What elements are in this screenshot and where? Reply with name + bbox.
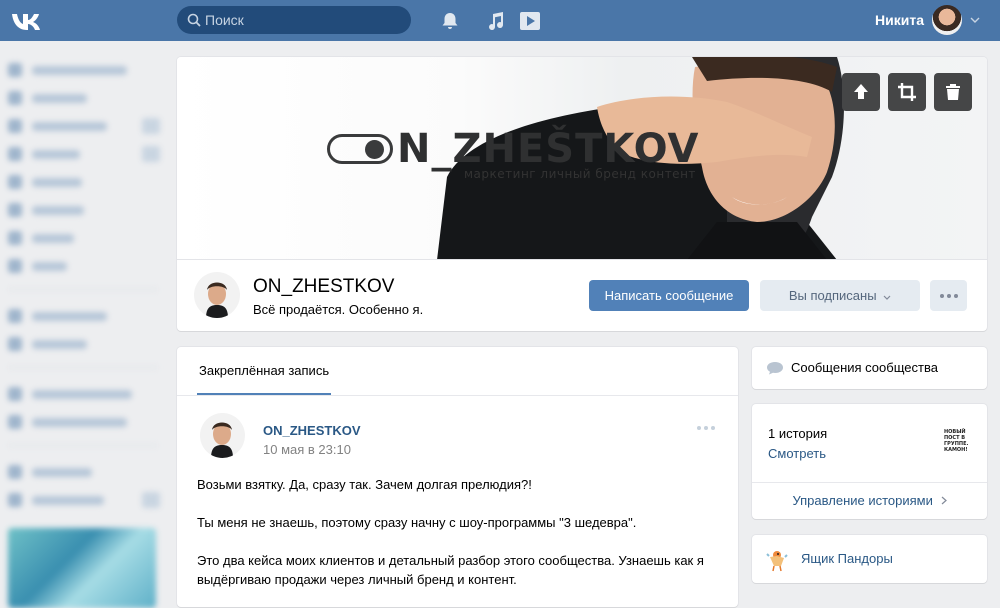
sidebar-badge [142, 118, 160, 134]
post-paragraph: Возьми взятку. Да, сразу так. Зачем долг… [197, 477, 532, 492]
cover-tagline: маркетинг личный бренд контент [464, 167, 696, 181]
subscribed-button[interactable]: Вы подписаны [760, 280, 920, 311]
vk-logo-icon[interactable] [10, 7, 40, 35]
sidebar-divider [8, 289, 158, 290]
top-bar: Никита [0, 0, 1000, 41]
toggle-switch-icon [327, 134, 393, 164]
stories-view-link[interactable]: Смотреть [768, 446, 826, 461]
more-actions-button[interactable] [930, 280, 967, 311]
sidebar-item[interactable] [8, 337, 87, 351]
sidebar-item[interactable] [8, 465, 92, 479]
write-message-button[interactable]: Написать сообщение [589, 280, 749, 311]
post-paragraph: Ты меня не знаешь, поэтому сразу начну с… [197, 515, 637, 530]
sidebar-badge [142, 492, 160, 508]
user-avatar [932, 5, 962, 35]
upload-icon [854, 84, 868, 99]
sidebar-item[interactable] [8, 493, 104, 507]
community-avatar[interactable] [194, 272, 240, 318]
bird-icon [766, 551, 788, 572]
crop-cover-button[interactable] [888, 73, 926, 111]
cover-brand: N_ZHEŠTKOV [327, 126, 700, 172]
stories-count: 1 история [768, 426, 828, 441]
community-status: Всё продаётся. Особенно я. [253, 302, 424, 317]
chevron-down-icon [970, 17, 980, 23]
sidebar-item[interactable] [8, 175, 82, 189]
community-name: ON_ZHESTKOV [253, 276, 395, 297]
sidebar-item[interactable] [8, 259, 67, 273]
sidebar-divider [8, 367, 158, 368]
chevron-right-icon [941, 496, 947, 505]
crop-icon [898, 83, 916, 101]
sidebar-item[interactable] [8, 231, 74, 245]
post-author-link[interactable]: ON_ZHESTKOV [263, 423, 361, 438]
post-paragraph: Это два кейса моих клиентов и детальный … [197, 553, 704, 587]
pandora-link: Ящик Пандоры [801, 551, 893, 566]
music-icon[interactable] [485, 10, 507, 32]
sidebar-badge [142, 146, 160, 162]
community-header: ON_ZHESTKOV Всё продаётся. Особенно я. Н… [177, 260, 987, 331]
upload-cover-button[interactable] [842, 73, 880, 111]
search-box[interactable] [177, 6, 411, 34]
video-icon[interactable] [519, 10, 541, 32]
sidebar-item[interactable] [8, 387, 132, 401]
pandora-block[interactable]: Ящик Пандоры [752, 535, 987, 583]
bell-icon[interactable] [439, 10, 461, 32]
pinned-post: Закреплённая запись ON_ZHESTKOV 10 мая в… [177, 347, 738, 607]
sidebar-divider [8, 445, 158, 446]
community-messages-block[interactable]: Сообщения сообщества [752, 347, 987, 389]
delete-cover-button[interactable] [934, 73, 972, 111]
user-name: Никита [875, 12, 924, 28]
tab-pinned-post[interactable]: Закреплённая запись [197, 347, 332, 395]
chat-bubble-icon [767, 362, 783, 375]
cover-brand-name: N_ZHEŠTKOV [397, 126, 700, 172]
community-cover: N_ZHEŠTKOV маркетинг личный бренд контен… [177, 57, 987, 260]
chevron-down-icon [883, 295, 891, 300]
sidebar-item[interactable] [8, 63, 127, 77]
post-author-avatar[interactable] [200, 413, 245, 458]
post-date[interactable]: 10 мая в 23:10 [263, 442, 351, 457]
stories-block: 1 история Смотреть НОВЫЙ ПОСТ В ГРУППЕ. … [752, 404, 987, 519]
post-body: Возьми взятку. Да, сразу так. Зачем долг… [197, 475, 717, 608]
sidebar-item[interactable] [8, 309, 107, 323]
user-menu[interactable]: Никита [875, 5, 980, 35]
search-icon [187, 13, 201, 27]
sidebar-item[interactable] [8, 203, 84, 217]
sidebar-item[interactable] [8, 415, 127, 429]
sidebar-item[interactable] [8, 119, 107, 133]
manage-stories-link[interactable]: Управление историями [752, 493, 987, 508]
subscribed-label: Вы подписаны [788, 288, 877, 303]
community-messages-label: Сообщения сообщества [791, 360, 938, 375]
trash-icon [946, 84, 960, 100]
manage-stories-label: Управление историями [792, 493, 933, 508]
left-sidebar [0, 41, 170, 608]
search-input[interactable] [205, 6, 401, 34]
sidebar-item[interactable] [8, 91, 87, 105]
story-thumbnail[interactable]: НОВЫЙ ПОСТ В ГРУППЕ. КАМОН! [944, 429, 968, 457]
more-dots-icon [936, 293, 961, 298]
sidebar-item[interactable] [8, 147, 80, 161]
post-menu-icon[interactable] [697, 426, 715, 430]
sidebar-ad-image[interactable] [8, 528, 156, 608]
